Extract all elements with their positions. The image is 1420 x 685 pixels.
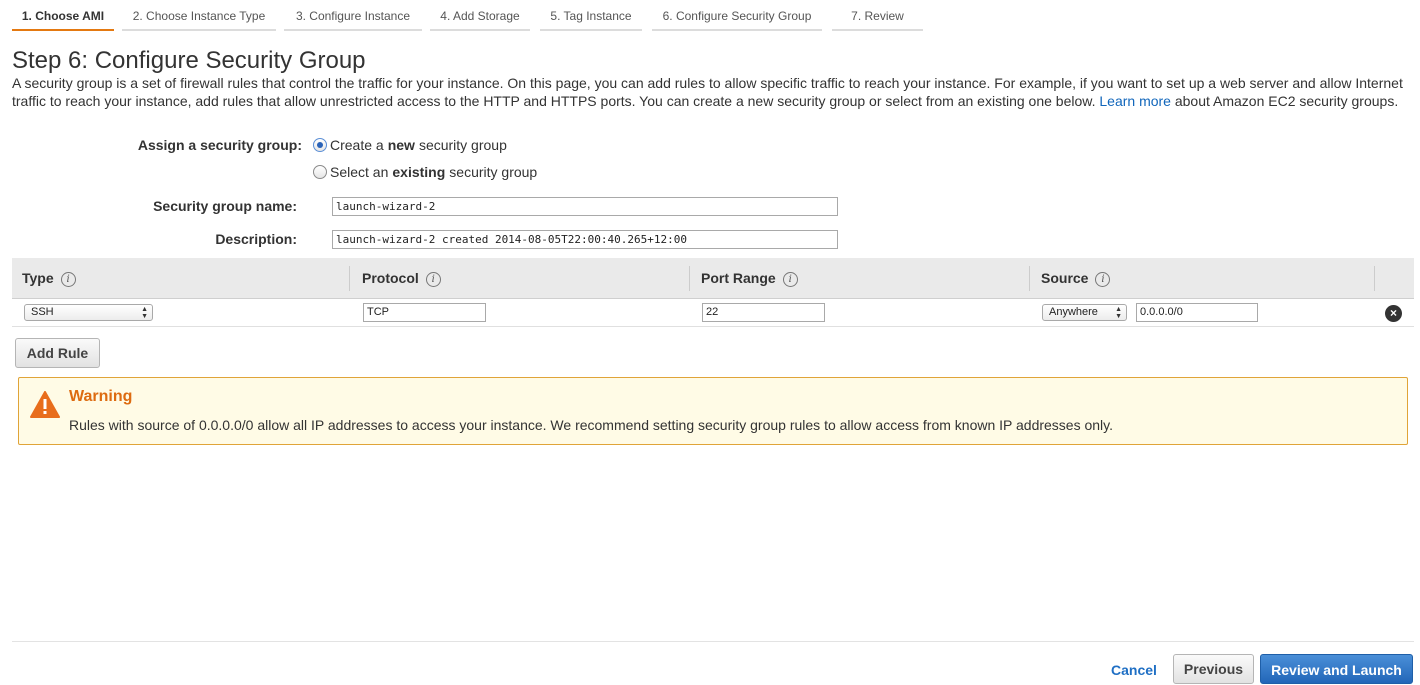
page-title: Step 6: Configure Security Group: [12, 47, 366, 74]
description-label: Description:: [215, 231, 297, 247]
radio-select-existing-prefix: Select an: [330, 164, 389, 180]
column-protocol-label: Protocol: [362, 270, 419, 286]
description-input[interactable]: launch-wizard-2 created 2014-08-05T22:00…: [332, 230, 838, 249]
rule-port-range-input[interactable]: 22: [702, 303, 825, 322]
column-header-protocol: Protocol i: [362, 258, 441, 299]
info-icon[interactable]: i: [782, 272, 798, 287]
column-divider: [1374, 266, 1375, 291]
column-header-type: Type i: [22, 258, 76, 299]
radio-select-existing-suffix: security group: [449, 164, 538, 180]
radio-select-existing-emphasis: existing: [392, 164, 446, 180]
tab-choose-ami[interactable]: 1. Choose AMI: [12, 0, 114, 31]
column-port-range-label: Port Range: [701, 270, 776, 286]
assign-group-label: Assign a security group:: [137, 137, 302, 153]
intro-text: A security group is a set of firewall ru…: [12, 74, 1412, 110]
group-name-input[interactable]: launch-wizard-2: [332, 197, 838, 216]
radio-create-new-suffix: security group: [418, 137, 507, 153]
remove-rule-icon[interactable]: ×: [1385, 305, 1402, 322]
column-divider: [1029, 266, 1030, 291]
select-arrows-icon: ▲ ▼: [1115, 305, 1122, 320]
info-icon[interactable]: i: [60, 272, 76, 287]
rule-source-select-value: Anywhere: [1049, 306, 1098, 318]
cancel-link[interactable]: Cancel: [1111, 662, 1157, 678]
rule-source-select[interactable]: Anywhere ▲ ▼: [1042, 304, 1127, 321]
warning-triangle-icon: [30, 391, 60, 418]
tab-configure-security-group[interactable]: 6. Configure Security Group: [652, 0, 822, 31]
rule-type-value: SSH: [31, 306, 54, 318]
table-row: SSH ▲ ▼ TCP 22 Anywhere ▲ ▼ 0.0.0.0/0 ×: [12, 299, 1414, 327]
intro-text-tail: about Amazon EC2 security groups.: [1174, 93, 1399, 109]
radio-button-unselected[interactable]: [313, 165, 327, 179]
tab-choose-instance-type[interactable]: 2. Choose Instance Type: [122, 0, 276, 31]
add-rule-button[interactable]: Add Rule: [15, 338, 100, 368]
column-type-label: Type: [22, 270, 54, 286]
radio-create-new-prefix: Create a: [330, 137, 384, 153]
tab-tag-instance[interactable]: 5. Tag Instance: [540, 0, 642, 31]
tab-configure-instance[interactable]: 3. Configure Instance: [284, 0, 422, 31]
column-divider: [689, 266, 690, 291]
learn-more-link[interactable]: Learn more: [1099, 93, 1171, 109]
tab-review[interactable]: 7. Review: [832, 0, 923, 31]
group-name-label: Security group name:: [153, 198, 297, 214]
rule-protocol-input: TCP: [363, 303, 486, 322]
column-header-port-range: Port Range i: [701, 258, 798, 299]
column-header-source: Source i: [1041, 258, 1111, 299]
footer-divider: [12, 641, 1414, 642]
warning-title: Warning: [69, 388, 133, 405]
column-source-label: Source: [1041, 270, 1089, 286]
info-icon[interactable]: i: [1095, 272, 1111, 287]
radio-button-selected[interactable]: [313, 138, 327, 152]
warning-box: Warning Rules with source of 0.0.0.0/0 a…: [18, 377, 1408, 445]
rules-table-header: Type i Protocol i Port Range i Source i: [12, 258, 1414, 299]
radio-create-new-emphasis: new: [387, 137, 415, 153]
column-divider: [349, 266, 350, 291]
radio-select-existing[interactable]: Select an existing security group: [313, 164, 537, 180]
tab-add-storage[interactable]: 4. Add Storage: [430, 0, 530, 31]
select-arrows-icon: ▲ ▼: [141, 305, 148, 320]
rule-type-select[interactable]: SSH ▲ ▼: [24, 304, 153, 321]
info-icon[interactable]: i: [425, 272, 441, 287]
wizard-tabs: 1. Choose AMI 2. Choose Instance Type 3.…: [12, 0, 942, 34]
rule-source-cidr-input[interactable]: 0.0.0.0/0: [1136, 303, 1258, 322]
radio-create-new[interactable]: Create a new security group: [313, 137, 507, 153]
warning-text: Rules with source of 0.0.0.0/0 allow all…: [69, 417, 1114, 433]
